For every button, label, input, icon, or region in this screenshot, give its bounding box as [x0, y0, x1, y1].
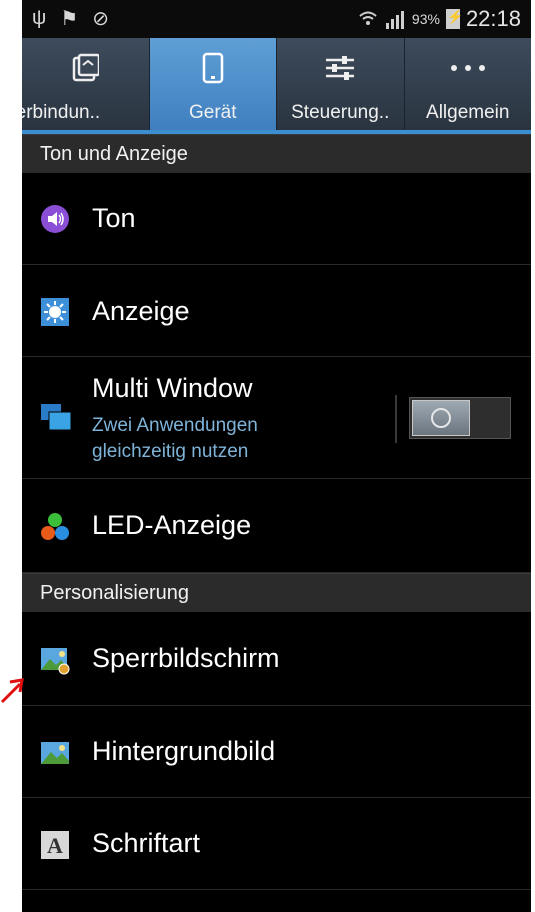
multi-window-toggle[interactable] — [409, 397, 511, 439]
tab-label: Verbindun.. — [22, 102, 101, 123]
status-right: 93% 22:18 — [358, 6, 521, 32]
item-label: Sperrbildschirm — [92, 643, 280, 673]
flag-icon: ⚑ — [60, 8, 79, 30]
led-icon — [41, 513, 69, 540]
tab-device[interactable]: Gerät — [149, 38, 277, 130]
more-icon — [405, 48, 532, 88]
speaker-icon — [41, 205, 69, 233]
status-time: 22:18 — [465, 6, 521, 31]
item-label: LED-Anzeige — [92, 510, 252, 540]
toggle-knob — [412, 400, 470, 436]
item-subtitle: Zwei Anwendungen gleichzeitig nutzen — [92, 415, 258, 462]
tab-label: Steuerung.. — [291, 102, 390, 123]
list-item-wallpaper[interactable]: Hintergrundbild — [22, 706, 531, 798]
list-item-led[interactable]: LED-Anzeige — [22, 479, 531, 573]
divider — [395, 395, 397, 443]
battery-icon — [445, 9, 463, 29]
lock-screen-icon — [41, 648, 70, 675]
signal-icon — [385, 11, 404, 29]
list-item-font[interactable]: A Schriftart — [22, 798, 531, 890]
section-header-sound-display: Ton und Anzeige — [22, 134, 531, 173]
connections-icon — [22, 48, 149, 88]
tab-connections[interactable]: Verbindun.. — [22, 38, 150, 130]
settings-tabs: Verbindun.. Gerät — [22, 38, 531, 134]
item-label: Multi Window — [92, 373, 253, 403]
list-item-multi-window[interactable]: Multi Window Zwei Anwendungen gleichzeit… — [22, 357, 531, 479]
list-item-display[interactable]: Anzeige — [22, 265, 531, 357]
usb-icon: ψ — [32, 7, 47, 29]
multi-window-icon — [41, 404, 72, 431]
battery-percent: 93% — [411, 11, 440, 27]
sync-icon: ⊘ — [92, 8, 109, 30]
brightness-icon — [41, 298, 69, 326]
tab-general[interactable]: Allgemein — [405, 38, 532, 130]
font-icon: A — [41, 831, 69, 859]
svg-text:A: A — [47, 833, 63, 858]
phone-screen: ψ ⚑ ⊘ 93% 22:18 — [22, 0, 531, 912]
item-label: Schriftart — [92, 828, 201, 858]
section-header-personalization: Personalisierung — [22, 573, 531, 612]
annotation-arrow-icon — [0, 678, 24, 704]
status-left: ψ ⚑ ⊘ — [32, 6, 109, 31]
sliders-icon — [277, 48, 404, 88]
tab-label: Gerät — [188, 102, 237, 123]
list-item-lock-screen[interactable]: Sperrbildschirm — [22, 612, 531, 706]
tab-label: Allgemein — [426, 102, 510, 123]
wifi-icon — [359, 11, 377, 25]
phone-icon — [150, 48, 277, 88]
tab-controls[interactable]: Steuerung.. — [277, 38, 405, 130]
wallpaper-icon — [41, 742, 69, 764]
item-label: Ton — [92, 203, 136, 233]
list-item-sound[interactable]: Ton — [22, 173, 531, 265]
list-item-next-partial[interactable] — [22, 890, 531, 912]
status-bar: ψ ⚑ ⊘ 93% 22:18 — [22, 0, 531, 38]
item-label: Anzeige — [92, 296, 190, 326]
multi-window-toggle-area — [395, 395, 515, 443]
item-label: Hintergrundbild — [92, 736, 276, 766]
